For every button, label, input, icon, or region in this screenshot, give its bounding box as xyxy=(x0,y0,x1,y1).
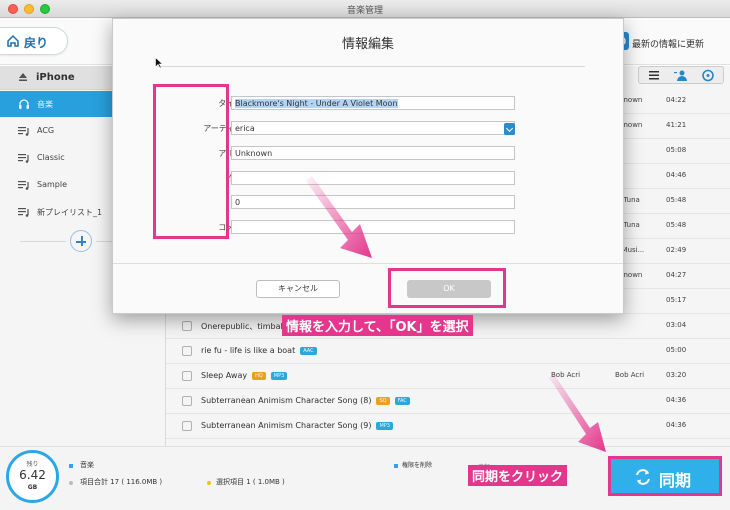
track-duration: 04:27 xyxy=(666,271,687,279)
add-playlist-button[interactable] xyxy=(70,230,92,252)
track-title: rie fu - life is like a boat AAC xyxy=(201,346,317,355)
track-duration: 05:48 xyxy=(666,221,687,229)
track-duration: 04:36 xyxy=(666,396,687,404)
artist-value: erica xyxy=(235,124,255,133)
track-duration: 05:00 xyxy=(666,346,687,354)
track-title: Subterranean Animism Character Song (8) S… xyxy=(201,396,410,405)
total-legend-dot xyxy=(69,481,73,485)
playlist-icon xyxy=(18,181,29,190)
year-input[interactable]: 0 xyxy=(231,195,515,209)
composer-input[interactable] xyxy=(231,171,515,185)
table-row[interactable]: Subterranean Animism Character Song (9) M… xyxy=(166,413,730,439)
sidebar-item-label: Sample xyxy=(37,180,67,189)
sync-button[interactable]: 同期 xyxy=(608,456,722,496)
track-duration: 41:21 xyxy=(666,121,687,129)
sync-instruction-callout: 同期をクリック xyxy=(468,465,568,486)
device-name: iPhone xyxy=(36,72,75,83)
format-badge: MP3 xyxy=(376,421,393,430)
sync-label: 同期 xyxy=(659,471,692,490)
divider xyxy=(157,66,585,67)
headphones-icon xyxy=(19,99,29,109)
storage-value: 6.42 xyxy=(19,468,46,482)
back-button[interactable]: 戻り xyxy=(0,27,68,55)
format-badge: MP3 xyxy=(270,371,288,380)
track-duration: 04:46 xyxy=(666,171,687,179)
edit-info-dialog: 情報編集 タイトル: Blackmore's Night - Under A V… xyxy=(112,18,624,314)
row-checkbox[interactable] xyxy=(182,421,192,431)
view-switcher xyxy=(638,66,724,84)
quality-badge: HQ xyxy=(252,371,266,380)
sidebar-item-label: 音楽 xyxy=(37,100,53,109)
format-badge: AAC xyxy=(300,346,317,355)
title-input[interactable]: Blackmore's Night - Under A Violet Moon xyxy=(231,96,515,110)
table-row[interactable]: Subterranean Animism Character Song (8) S… xyxy=(166,388,730,414)
playlist-icon xyxy=(18,127,29,136)
playlist-icon xyxy=(18,154,29,163)
back-label: 戻り xyxy=(24,36,49,50)
dialog-title: 情報編集 xyxy=(341,37,394,52)
comment-input[interactable] xyxy=(231,220,515,234)
track-album: Bob Acri xyxy=(615,371,645,379)
storage-gauge: 残り 6.42 GB xyxy=(6,450,59,503)
storage-unit: GB xyxy=(27,484,38,491)
track-duration: 05:08 xyxy=(666,146,687,154)
disc-icon[interactable] xyxy=(695,69,721,82)
track-duration: 05:17 xyxy=(666,296,687,304)
edit-instruction-callout: 情報を入力して、「OK」を選択 xyxy=(282,315,473,336)
sidebar-item-label: 新プレイリスト_1 xyxy=(37,208,103,217)
row-checkbox[interactable] xyxy=(182,371,192,381)
row-checkbox[interactable] xyxy=(182,346,192,356)
storage-label: 残り xyxy=(26,461,39,468)
album-value: Unknown xyxy=(235,149,273,158)
contacts-icon[interactable] xyxy=(668,69,694,82)
refresh-label: 最新の情報に更新 xyxy=(632,40,705,50)
refresh-button[interactable]: 最新の情報に更新 xyxy=(612,31,730,53)
track-duration: 02:49 xyxy=(666,246,687,254)
list-view-icon[interactable] xyxy=(641,69,667,82)
track-duration: 03:04 xyxy=(666,321,687,329)
track-duration: 04:22 xyxy=(666,96,687,104)
row-checkbox[interactable] xyxy=(182,321,192,331)
delete-legend-dot xyxy=(394,464,398,468)
sidebar-item-label: ACG xyxy=(37,126,55,135)
music-legend: 音楽 xyxy=(80,461,94,469)
music-legend-dot xyxy=(69,464,73,468)
divider xyxy=(113,263,623,264)
delete-duplicates-button[interactable]: 権限を削除 xyxy=(402,460,432,469)
quality-badge: SQ xyxy=(376,396,390,405)
total-items: 項目合計 17 ( 116.0MB ) xyxy=(80,478,163,486)
track-title: Subterranean Animism Character Song (9) M… xyxy=(201,421,393,430)
home-icon xyxy=(7,34,19,47)
mouse-cursor-icon xyxy=(155,57,163,69)
table-row[interactable]: Sleep Away HQ MP3 Bob Acri Bob Acri 03:20 xyxy=(166,363,730,389)
album-input[interactable]: Unknown xyxy=(231,146,515,160)
artist-select[interactable]: erica xyxy=(231,121,515,135)
track-duration: 05:48 xyxy=(666,196,687,204)
row-checkbox[interactable] xyxy=(182,396,192,406)
track-duration: 04:36 xyxy=(666,421,687,429)
track-duration: 03:20 xyxy=(666,371,687,379)
selected-items: 選択項目 1 ( 1.0MB ) xyxy=(216,478,285,486)
selected-legend-dot xyxy=(207,481,211,485)
sync-icon xyxy=(636,469,650,485)
year-value: 0 xyxy=(235,198,241,207)
cancel-button[interactable]: キャンセル xyxy=(256,280,340,298)
track-artist: Bob Acri xyxy=(551,371,581,379)
window-title: 音楽管理 xyxy=(346,6,383,16)
title-value: Blackmore's Night - Under A Violet Moon xyxy=(235,99,398,108)
sidebar-item-label: Classic xyxy=(37,153,65,162)
track-title: Sleep Away HQ MP3 xyxy=(201,371,288,380)
window-titlebar: 音楽管理 xyxy=(0,0,730,18)
eject-icon xyxy=(19,73,27,81)
format-badge: FAC xyxy=(394,396,410,405)
divider xyxy=(20,241,66,242)
playlist-icon xyxy=(18,208,29,217)
ok-button[interactable]: OK xyxy=(407,280,491,298)
table-row[interactable]: rie fu - life is like a boat AAC 05:00 xyxy=(166,338,730,364)
chevron-down-icon[interactable] xyxy=(504,123,515,135)
